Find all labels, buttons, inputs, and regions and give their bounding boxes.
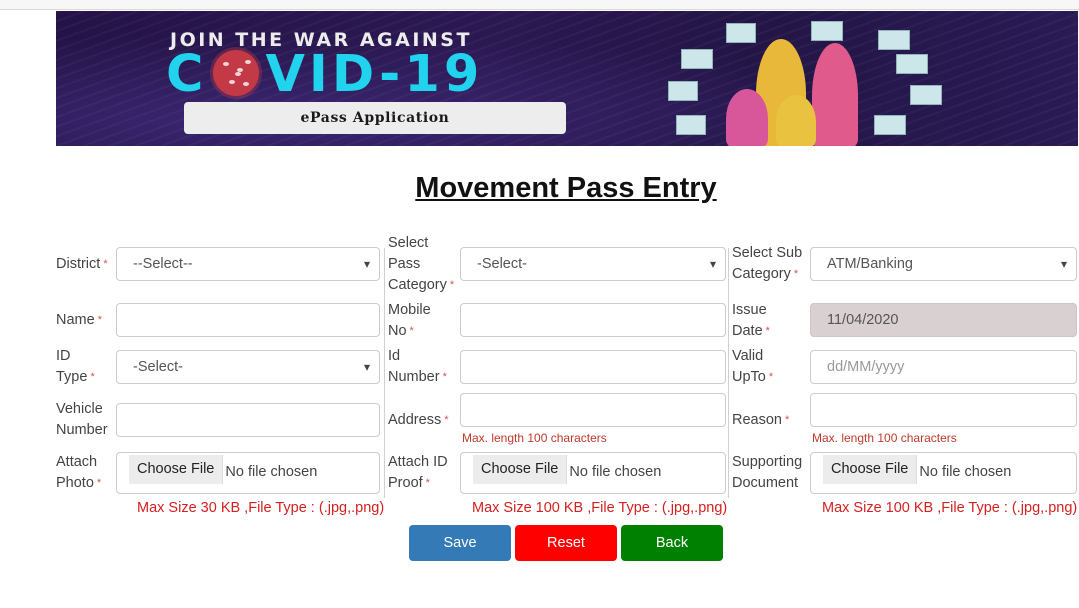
name-label: Name * bbox=[56, 312, 102, 328]
required-mark: * bbox=[765, 325, 770, 337]
banner-covid-heading: C VID-19 bbox=[166, 45, 483, 105]
required-mark: * bbox=[784, 414, 790, 426]
file-status: No file chosen bbox=[225, 464, 318, 480]
district-select[interactable]: --Select-- bbox=[116, 247, 380, 281]
reset-button[interactable]: Reset bbox=[515, 525, 617, 561]
attach-id-proof-file-input[interactable]: Choose File No file chosen bbox=[460, 452, 726, 494]
id-number-label: Id Number * bbox=[388, 348, 447, 385]
sub-category-select[interactable]: ATM/Banking bbox=[810, 247, 1077, 281]
banner-subtitle: ePass Application bbox=[184, 102, 566, 134]
valid-upto-input[interactable]: dd/MM/yyyy bbox=[810, 350, 1077, 384]
vehicle-number-label: Vehicle Number bbox=[56, 401, 108, 438]
attach-id-proof-hint: Max Size 100 KB ,File Type : (.jpg,.png) bbox=[472, 500, 728, 516]
attach-photo-label: Attach Photo * bbox=[56, 454, 102, 491]
choose-file-button[interactable]: Choose File bbox=[129, 455, 224, 484]
back-button[interactable]: Back bbox=[621, 525, 723, 561]
reason-label: Reason * bbox=[732, 412, 790, 428]
covid-banner: JOIN THE WAR AGAINST C VID-19 ePass Appli… bbox=[56, 11, 1078, 146]
page-title: Movement Pass Entry bbox=[415, 172, 717, 204]
required-mark: * bbox=[409, 325, 414, 337]
required-mark: * bbox=[442, 371, 447, 383]
valid-upto-label: Valid UpTo * bbox=[732, 348, 774, 385]
attach-photo-hint: Max Size 30 KB ,File Type : (.jpg,.png) bbox=[137, 500, 385, 516]
save-button[interactable]: Save bbox=[409, 525, 511, 561]
district-label: District * bbox=[56, 256, 108, 272]
name-input[interactable] bbox=[116, 303, 380, 337]
choose-file-button[interactable]: Choose File bbox=[823, 455, 918, 484]
required-mark: * bbox=[425, 477, 430, 489]
pass-category-label: Select Pass Category * bbox=[388, 235, 455, 293]
vehicle-number-input[interactable] bbox=[116, 403, 380, 437]
sub-category-label: Select Sub Category * bbox=[732, 245, 803, 282]
attach-id-proof-label: Attach ID Proof * bbox=[388, 454, 448, 491]
id-type-select[interactable]: -Select- bbox=[116, 350, 380, 384]
coronavirus-icon bbox=[213, 50, 260, 96]
boy-figure bbox=[776, 95, 816, 146]
sneeze-card-icon bbox=[910, 85, 942, 105]
address-input[interactable] bbox=[460, 393, 726, 427]
choose-file-button[interactable]: Choose File bbox=[473, 455, 568, 484]
required-mark: * bbox=[444, 414, 449, 426]
distancing-card-icon bbox=[681, 49, 713, 69]
girl-figure bbox=[726, 89, 768, 146]
address-label: Address * bbox=[388, 412, 449, 428]
supporting-document-label: Supporting Document bbox=[732, 454, 803, 491]
column-divider bbox=[384, 248, 385, 498]
file-status: No file chosen bbox=[569, 464, 662, 480]
mother-figure bbox=[812, 43, 858, 146]
reason-input[interactable] bbox=[810, 393, 1077, 427]
covid-heading-rest: VID-19 bbox=[265, 45, 484, 104]
address-hint: Max. length 100 characters bbox=[462, 431, 607, 445]
handwash-card-icon bbox=[726, 23, 756, 43]
file-status: No file chosen bbox=[919, 464, 1012, 480]
no-handshake-card-icon bbox=[811, 21, 843, 41]
required-mark: * bbox=[96, 477, 102, 489]
attach-photo-file-input[interactable]: Choose File No file chosen bbox=[116, 452, 380, 494]
issue-date-label: Issue Date * bbox=[732, 302, 770, 339]
mobile-input[interactable] bbox=[460, 303, 726, 337]
id-type-label: ID Type * bbox=[56, 348, 95, 385]
issue-date-input: 11/04/2020 bbox=[810, 303, 1077, 337]
pass-category-select[interactable]: -Select- bbox=[460, 247, 726, 281]
id-number-input[interactable] bbox=[460, 350, 726, 384]
cough-card-icon bbox=[668, 81, 698, 101]
mobile-label: Mobile No * bbox=[388, 302, 431, 339]
required-mark: * bbox=[768, 371, 774, 383]
info-card-icon bbox=[874, 115, 906, 135]
screening-card-icon bbox=[878, 30, 910, 50]
reason-hint: Max. length 100 characters bbox=[812, 431, 957, 445]
required-mark: * bbox=[449, 279, 455, 291]
required-mark: * bbox=[793, 268, 799, 280]
browser-top-strip bbox=[0, 0, 1079, 10]
required-mark: * bbox=[103, 258, 108, 270]
required-mark: * bbox=[97, 314, 102, 326]
helpline-card-icon bbox=[896, 54, 928, 74]
covid-letter-c: C bbox=[166, 45, 208, 104]
supporting-document-file-input[interactable]: Choose File No file chosen bbox=[810, 452, 1077, 494]
supporting-document-hint: Max Size 100 KB ,File Type : (.jpg,.png) bbox=[822, 500, 1078, 516]
mask-card-icon bbox=[676, 115, 706, 135]
column-divider bbox=[728, 248, 729, 498]
required-mark: * bbox=[90, 371, 95, 383]
